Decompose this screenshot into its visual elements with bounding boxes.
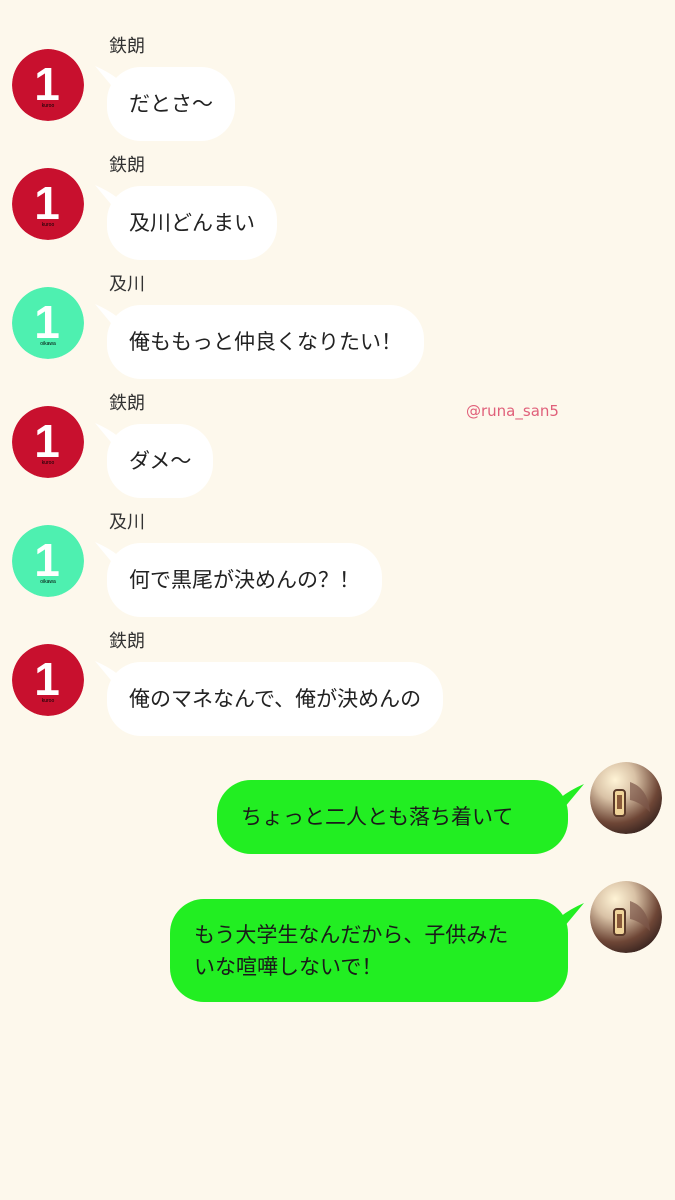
my-avatar[interactable]: [590, 881, 662, 953]
my-avatar[interactable]: [590, 762, 662, 834]
incoming-message-bubble[interactable]: 何で黒尾が決めんの？！: [107, 543, 382, 617]
avatar-caption: kuroo: [42, 460, 55, 466]
sender-name: 鉄朗: [109, 393, 145, 414]
incoming-message-bubble[interactable]: ダメ〜: [107, 424, 214, 498]
sender-name: 及川: [109, 512, 145, 533]
kuroo-avatar[interactable]: 1 kuroo: [12, 49, 84, 121]
message-line: いな喧嘩しないで！: [194, 955, 383, 979]
kuroo-avatar[interactable]: 1 kuroo: [12, 406, 84, 478]
sender-name: 及川: [109, 274, 145, 295]
outgoing-message-bubble[interactable]: ちょっと二人とも落ち着いて: [217, 780, 568, 854]
avatar-caption: oikawa: [40, 341, 56, 347]
kuroo-avatar[interactable]: 1 kuroo: [12, 168, 84, 240]
incoming-message-bubble[interactable]: だとさ〜: [107, 67, 235, 141]
sender-name: 鉄朗: [109, 36, 145, 57]
incoming-message-bubble[interactable]: 俺のマネなんで、俺が決めんの: [107, 662, 444, 736]
kuroo-avatar[interactable]: 1 kuroo: [12, 644, 84, 716]
sender-name: 鉄朗: [109, 631, 145, 652]
outgoing-message-bubble[interactable]: もう大学生なんだから、子供みた いな喧嘩しないで！: [170, 899, 568, 1002]
oikawa-avatar[interactable]: 1 oikawa: [12, 525, 84, 597]
avatar-caption: kuroo: [42, 698, 55, 704]
sender-name: 鉄朗: [109, 155, 145, 176]
message-line: もう大学生なんだから、子供みた: [194, 923, 509, 947]
oikawa-avatar[interactable]: 1 oikawa: [12, 287, 84, 359]
watermark: @runa_san5: [466, 402, 559, 420]
incoming-message-bubble[interactable]: 俺ももっと仲良くなりたい！: [107, 305, 424, 379]
avatar-caption: oikawa: [40, 579, 56, 585]
avatar-caption: kuroo: [42, 222, 55, 228]
avatar-caption: kuroo: [42, 103, 55, 109]
incoming-message-bubble[interactable]: 及川どんまい: [107, 186, 277, 260]
